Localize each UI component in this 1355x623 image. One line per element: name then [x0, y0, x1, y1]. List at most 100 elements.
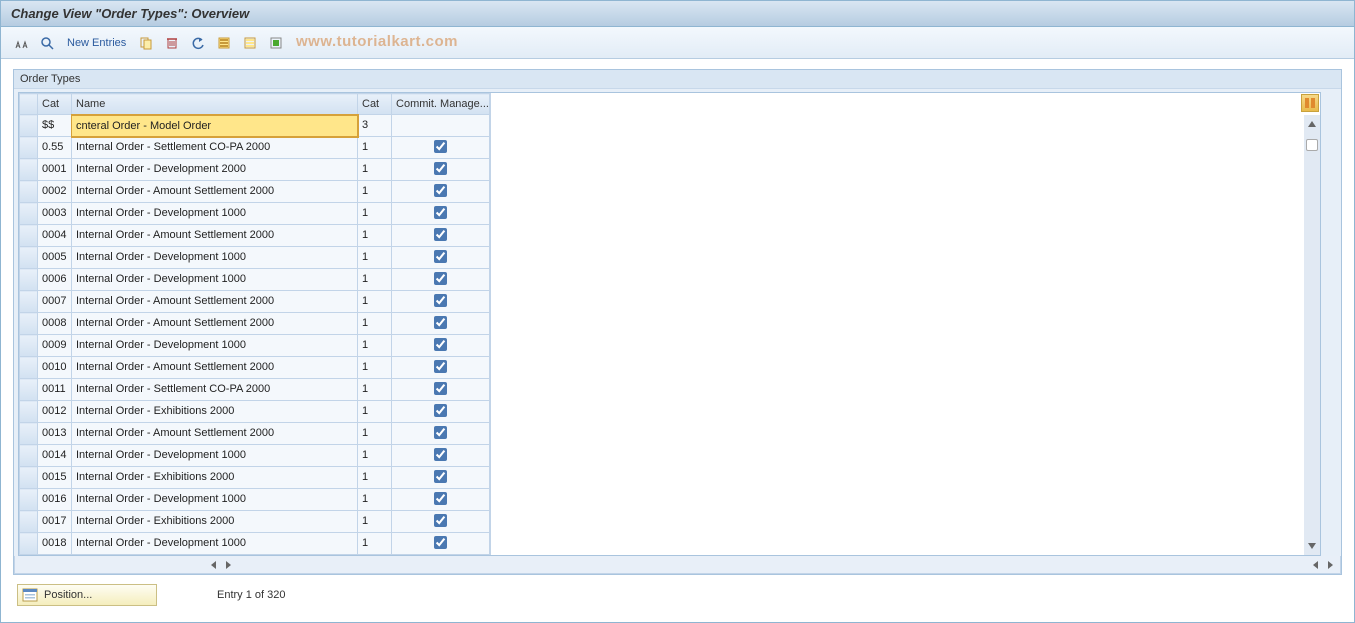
commit-checkbox[interactable]: [434, 338, 447, 351]
cell-cat1[interactable]: 0003: [38, 203, 72, 225]
row-selector[interactable]: [20, 533, 38, 555]
cell-commit[interactable]: [392, 467, 490, 489]
row-selector[interactable]: [20, 335, 38, 357]
row-selector[interactable]: [20, 203, 38, 225]
cell-name[interactable]: Internal Order - Settlement CO-PA 2000: [72, 379, 358, 401]
commit-checkbox[interactable]: [434, 272, 447, 285]
cell-commit[interactable]: [392, 357, 490, 379]
cell-commit[interactable]: [392, 423, 490, 445]
undo-icon[interactable]: [188, 33, 208, 53]
cell-name[interactable]: Internal Order - Amount Settlement 2000: [72, 291, 358, 313]
row-selector[interactable]: [20, 357, 38, 379]
row-selector[interactable]: [20, 467, 38, 489]
commit-checkbox[interactable]: [434, 492, 447, 505]
commit-checkbox[interactable]: [434, 448, 447, 461]
select-all-icon[interactable]: [214, 33, 234, 53]
cell-commit[interactable]: [392, 115, 490, 137]
cell-name[interactable]: Internal Order - Amount Settlement 2000: [72, 313, 358, 335]
cell-cat1[interactable]: 0012: [38, 401, 72, 423]
cell-name[interactable]: Internal Order - Development 1000: [72, 445, 358, 467]
col-header-cat2[interactable]: Cat: [358, 94, 392, 115]
commit-checkbox[interactable]: [434, 162, 447, 175]
cell-cat1[interactable]: 0005: [38, 247, 72, 269]
cell-cat1[interactable]: $$: [38, 115, 72, 137]
commit-checkbox[interactable]: [434, 536, 447, 549]
commit-checkbox[interactable]: [434, 404, 447, 417]
cell-name[interactable]: Internal Order - Exhibitions 2000: [72, 401, 358, 423]
cell-commit[interactable]: [392, 291, 490, 313]
row-selector[interactable]: [20, 489, 38, 511]
col-header-cat1[interactable]: Cat: [38, 94, 72, 115]
cell-commit[interactable]: [392, 401, 490, 423]
cell-name[interactable]: Internal Order - Amount Settlement 2000: [72, 181, 358, 203]
col-header-name[interactable]: Name: [72, 94, 358, 115]
commit-checkbox[interactable]: [434, 228, 447, 241]
vertical-scrollbar[interactable]: [1304, 115, 1320, 555]
cell-commit[interactable]: [392, 313, 490, 335]
cell-name[interactable]: Internal Order - Development 1000: [72, 247, 358, 269]
cell-commit[interactable]: [392, 335, 490, 357]
scroll-up-icon[interactable]: [1306, 118, 1318, 130]
cell-commit[interactable]: [392, 533, 490, 555]
cell-cat1[interactable]: 0009: [38, 335, 72, 357]
find-icon[interactable]: [37, 33, 57, 53]
row-selector[interactable]: [20, 313, 38, 335]
hscroll-right-icon[interactable]: [222, 559, 234, 571]
cell-cat1[interactable]: 0011: [38, 379, 72, 401]
row-selector[interactable]: [20, 379, 38, 401]
cell-name[interactable]: Internal Order - Development 1000: [72, 533, 358, 555]
cell-cat1[interactable]: 0013: [38, 423, 72, 445]
cell-cat1[interactable]: 0002: [38, 181, 72, 203]
cell-name[interactable]: Internal Order - Amount Settlement 2000: [72, 357, 358, 379]
cell-cat1[interactable]: 0018: [38, 533, 72, 555]
row-selector[interactable]: [20, 181, 38, 203]
cell-cat1[interactable]: 0015: [38, 467, 72, 489]
row-selector[interactable]: [20, 291, 38, 313]
cell-cat1[interactable]: 0006: [38, 269, 72, 291]
toggle-edit-icon[interactable]: [11, 33, 31, 53]
cell-cat1[interactable]: 0017: [38, 511, 72, 533]
cell-commit[interactable]: [392, 181, 490, 203]
cell-commit[interactable]: [392, 225, 490, 247]
cell-commit[interactable]: [392, 269, 490, 291]
row-selector[interactable]: [20, 401, 38, 423]
commit-checkbox[interactable]: [434, 514, 447, 527]
cell-commit[interactable]: [392, 445, 490, 467]
hscroll-left-end-icon[interactable]: [1310, 559, 1322, 571]
row-selector[interactable]: [20, 225, 38, 247]
scroll-down-icon[interactable]: [1306, 540, 1318, 552]
cell-name[interactable]: Internal Order - Exhibitions 2000: [72, 467, 358, 489]
commit-checkbox[interactable]: [434, 294, 447, 307]
commit-checkbox[interactable]: [434, 206, 447, 219]
cell-name[interactable]: Internal Order - Amount Settlement 2000: [72, 423, 358, 445]
cell-name[interactable]: Internal Order - Exhibitions 2000: [72, 511, 358, 533]
cell-cat1[interactable]: 0.55: [38, 137, 72, 159]
copy-icon[interactable]: [136, 33, 156, 53]
hscroll-right-end-icon[interactable]: [1324, 559, 1336, 571]
cell-commit[interactable]: [392, 247, 490, 269]
row-selector[interactable]: [20, 445, 38, 467]
row-selector[interactable]: [20, 423, 38, 445]
row-selector[interactable]: [20, 137, 38, 159]
horizontal-scrollbar[interactable]: [14, 556, 1341, 574]
commit-checkbox[interactable]: [434, 140, 447, 153]
cell-commit[interactable]: [392, 159, 490, 181]
cell-name[interactable]: Internal Order - Development 1000: [72, 269, 358, 291]
new-entries-button[interactable]: New Entries: [63, 35, 130, 51]
cell-commit[interactable]: [392, 379, 490, 401]
hscroll-left-icon[interactable]: [208, 559, 220, 571]
row-selector-header[interactable]: [20, 94, 38, 115]
commit-checkbox[interactable]: [434, 316, 447, 329]
commit-checkbox[interactable]: [434, 382, 447, 395]
row-selector[interactable]: [20, 115, 38, 137]
commit-checkbox[interactable]: [434, 184, 447, 197]
cell-commit[interactable]: [392, 137, 490, 159]
cell-cat1[interactable]: 0007: [38, 291, 72, 313]
cell-commit[interactable]: [392, 511, 490, 533]
cell-name[interactable]: Internal Order - Development 1000: [72, 489, 358, 511]
cell-name[interactable]: Internal Order - Development 2000: [72, 159, 358, 181]
row-selector[interactable]: [20, 511, 38, 533]
commit-checkbox[interactable]: [434, 470, 447, 483]
cell-name[interactable]: Internal Order - Amount Settlement 2000: [72, 225, 358, 247]
cell-name[interactable]: Internal Order - Development 1000: [72, 335, 358, 357]
